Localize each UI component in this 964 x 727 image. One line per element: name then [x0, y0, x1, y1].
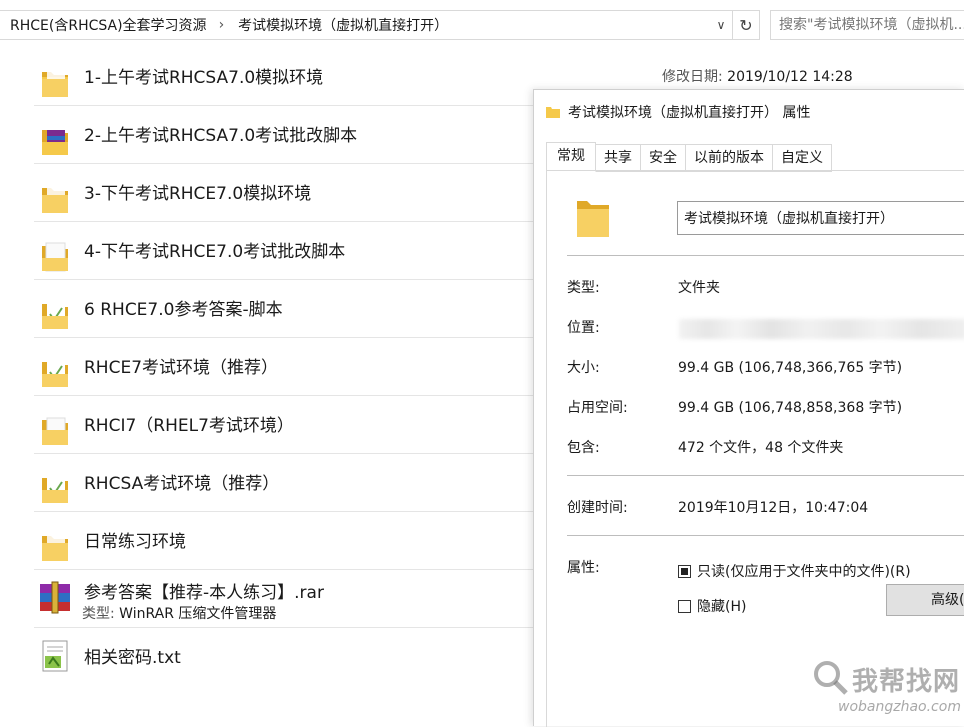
file-name: 4-下午考试RHCE7.0考试批改脚本: [84, 242, 346, 262]
created-label: 创建时间:: [567, 500, 628, 516]
general-panel: 考试模拟环境（虚拟机直接打开） 类型: 文件夹 位置: 大小: 99.4 GB …: [546, 170, 964, 727]
divider: [567, 255, 964, 256]
chevron-down-icon[interactable]: ∨: [710, 18, 732, 32]
disk-size-value: 99.4 GB (106,748,858,368 字节): [678, 400, 903, 416]
list-item[interactable]: 2-上午考试RHCSA7.0考试批改脚本: [34, 106, 534, 164]
file-type: 类型: WinRAR 压缩文件管理器: [82, 603, 276, 623]
checkbox-icon[interactable]: [678, 599, 691, 613]
modified-date: 修改日期: 2019/10/12 14:28: [662, 66, 853, 86]
folder-icon: [42, 360, 68, 387]
refresh-icon[interactable]: ↻: [732, 11, 759, 39]
folder-icon: [42, 70, 68, 97]
breadcrumb-item-parent[interactable]: RHCE(含RHCSA)全套学习资源: [0, 15, 215, 35]
breadcrumb[interactable]: RHCE(含RHCSA)全套学习资源 › 考试模拟环境（虚拟机直接打开） ∨ ↻: [0, 10, 760, 40]
list-item[interactable]: RHCSA考试环境（推荐）: [34, 454, 534, 512]
attributes-label: 属性:: [567, 560, 600, 576]
list-item[interactable]: 4-下午考试RHCE7.0考试批改脚本: [34, 222, 534, 280]
dialog-title-text: 考试模拟环境（虚拟机直接打开） 属性: [568, 105, 811, 121]
tab-previous-versions[interactable]: 以前的版本: [686, 144, 773, 172]
breadcrumb-separator-icon[interactable]: ›: [215, 17, 229, 33]
tab-sharing[interactable]: 共享: [596, 144, 641, 172]
list-item[interactable]: 6 RHCE7.0参考答案-脚本: [34, 280, 534, 338]
file-name: RHCI7（RHEL7考试环境）: [84, 416, 294, 436]
file-type-label: 类型:: [82, 606, 120, 622]
created-value: 2019年10月12日，10:47:04: [678, 500, 869, 516]
winrar-icon: [40, 581, 70, 614]
list-item[interactable]: 3-下午考试RHCE7.0模拟环境: [34, 164, 534, 222]
file-name: 2-上午考试RHCSA7.0考试批改脚本: [84, 126, 358, 146]
dialog-title: 考试模拟环境（虚拟机直接打开） 属性: [546, 102, 810, 122]
readonly-checkbox[interactable]: 只读(仅应用于文件夹中的文件)(R): [678, 561, 911, 581]
breadcrumb-item-current[interactable]: 考试模拟环境（虚拟机直接打开）: [228, 15, 456, 35]
list-item[interactable]: 1-上午考试RHCSA7.0模拟环境: [34, 48, 534, 106]
file-name: 参考答案【推荐-本人练习】.rar: [84, 583, 324, 603]
folder-icon: [42, 534, 68, 561]
folder-icon: [42, 186, 68, 213]
disk-size-label: 占用空间:: [567, 400, 628, 416]
type-value: 文件夹: [678, 280, 720, 296]
tab-general[interactable]: 常规: [546, 142, 596, 172]
contains-label: 包含:: [567, 440, 600, 456]
properties-dialog: 考试模拟环境（虚拟机直接打开） 属性 常规 共享 安全 以前的版本 自定义 考试…: [533, 89, 964, 727]
file-name: RHCSA考试环境（推荐）: [84, 474, 280, 494]
list-item[interactable]: 日常练习环境: [34, 512, 534, 570]
tab-security[interactable]: 安全: [641, 144, 686, 172]
hidden-label: 隐藏(H): [697, 599, 747, 615]
address-bar: RHCE(含RHCSA)全套学习资源 › 考试模拟环境（虚拟机直接打开） ∨ ↻…: [0, 0, 964, 48]
checkbox-indeterminate-icon[interactable]: [678, 564, 691, 578]
address-tools: ∨ ↻: [710, 11, 759, 39]
file-name: 日常练习环境: [84, 532, 186, 552]
folder-icon: [577, 201, 609, 237]
list-item[interactable]: 参考答案【推荐-本人练习】.rar 类型: WinRAR 压缩文件管理器: [34, 570, 534, 628]
watermark: 我帮找网 wobangzhao.com: [808, 655, 964, 725]
search-input[interactable]: 搜索"考试模拟环境（虚拟机...: [770, 10, 964, 40]
hidden-checkbox[interactable]: 隐藏(H): [678, 596, 746, 616]
list-item[interactable]: RHCI7（RHEL7考试环境）: [34, 396, 534, 454]
folder-icon: [42, 242, 68, 272]
folder-icon: [42, 476, 68, 503]
watermark-url: wobangzhao.com: [838, 699, 961, 715]
folder-icon: [546, 107, 560, 118]
magnifier-logo-icon: [814, 661, 848, 695]
file-name: 1-上午考试RHCSA7.0模拟环境: [84, 68, 324, 88]
text-file-icon: [42, 640, 68, 672]
archive-folder-icon: [42, 130, 68, 155]
folder-icon: [42, 302, 68, 329]
size-value: 99.4 GB (106,748,366,765 字节): [678, 360, 903, 376]
watermark-text: 我帮找网: [852, 667, 961, 697]
file-name: 6 RHCE7.0参考答案-脚本: [84, 300, 283, 320]
folder-icon: [42, 417, 68, 445]
file-name: 相关密码.txt: [84, 648, 181, 668]
file-name: 3-下午考试RHCE7.0模拟环境: [84, 184, 312, 204]
readonly-label: 只读(仅应用于文件夹中的文件)(R): [697, 564, 911, 580]
size-label: 大小:: [567, 360, 600, 376]
folder-name-field[interactable]: 考试模拟环境（虚拟机直接打开）: [677, 201, 964, 235]
divider: [567, 535, 964, 536]
tab-customize[interactable]: 自定义: [773, 144, 832, 172]
location-label: 位置:: [567, 320, 600, 336]
modified-date-value: 2019/10/12 14:28: [727, 69, 853, 85]
file-name: RHCE7考试环境（推荐）: [84, 358, 279, 378]
dialog-tabs: 常规 共享 安全 以前的版本 自定义: [546, 142, 832, 172]
advanced-button[interactable]: 高级(D)...: [886, 584, 964, 616]
type-label: 类型:: [567, 280, 600, 296]
list-item[interactable]: RHCE7考试环境（推荐）: [34, 338, 534, 396]
file-list: 1-上午考试RHCSA7.0模拟环境 2-上午考试RHCSA7.0考试批改脚本 …: [34, 48, 534, 686]
contains-value: 472 个文件，48 个文件夹: [678, 440, 844, 456]
file-type-value: WinRAR 压缩文件管理器: [119, 606, 277, 622]
modified-date-label: 修改日期:: [662, 69, 728, 85]
divider: [567, 475, 964, 476]
list-item[interactable]: 相关密码.txt: [34, 628, 534, 686]
location-value-blurred: [679, 319, 964, 339]
